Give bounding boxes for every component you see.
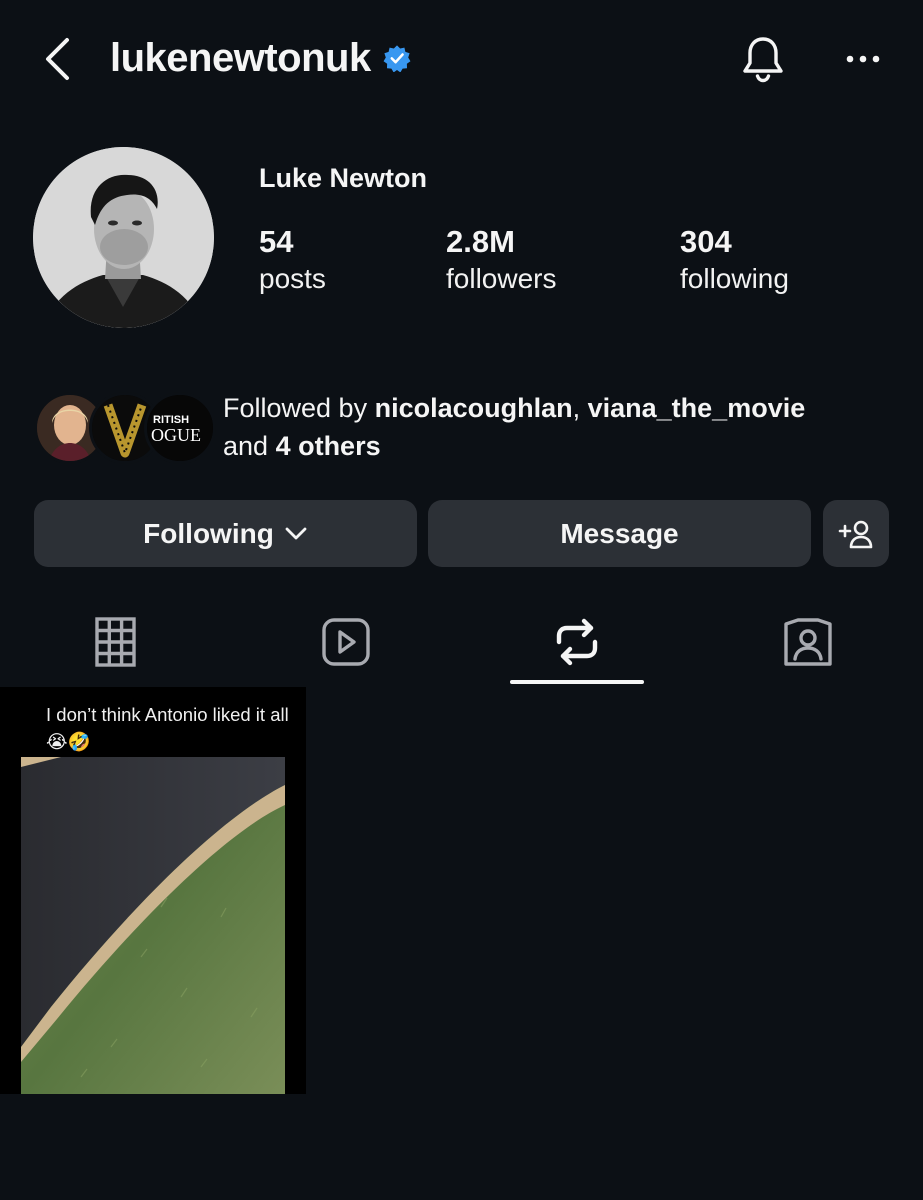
following-label: following [680,263,789,294]
repost-caption: I don’t think Antonio liked it all 😭🤣 [46,704,289,752]
back-button[interactable] [40,36,80,82]
repost-video-frame [21,757,285,1094]
profile-username-header: lukenewtonuk [110,34,411,82]
tagged-icon [784,618,832,666]
notifications-button[interactable] [738,34,788,84]
followers-count: 2.8M [446,224,515,259]
tab-reposts[interactable] [547,612,607,672]
repost-icon [556,618,598,666]
mutual-avatar: RITISH OGUE [144,392,216,464]
add-person-icon [838,520,873,548]
posts-count: 54 [259,224,294,259]
tab-tagged[interactable] [778,612,838,672]
followed-by-separator: , [572,393,588,423]
reels-icon [322,618,370,666]
followers-label: followers [446,263,557,294]
mutual-user-1[interactable]: nicolacoughlan [375,393,573,423]
username-text: lukenewtonuk [110,36,371,80]
followers-stat[interactable]: 2.8M followers [446,222,556,296]
profile-avatar[interactable] [33,147,214,328]
following-button-label: Following [143,517,274,549]
verified-badge-icon [383,45,411,72]
following-count: 304 [680,224,732,259]
grid-icon [95,617,136,667]
repost-thumbnail[interactable]: I don’t think Antonio liked it all 😭🤣 [0,687,306,1094]
suggested-users-button[interactable] [823,500,889,567]
following-stat[interactable]: 304 following [680,222,789,296]
tab-posts-grid[interactable] [86,612,146,672]
more-horizontal-icon [846,55,880,63]
active-tab-indicator [510,680,644,684]
following-button[interactable]: Following [34,500,417,567]
posts-label: posts [259,263,326,294]
more-options-button[interactable] [838,42,888,76]
chevron-left-icon [46,38,69,80]
tab-reels[interactable] [316,612,376,672]
svg-text:OGUE: OGUE [151,425,201,445]
bell-icon [743,37,783,83]
message-button[interactable]: Message [428,500,811,567]
followed-by-and: and [223,431,276,461]
mutual-user-2[interactable]: viana_the_movie [588,393,806,423]
mutual-others[interactable]: 4 others [276,431,381,461]
followed-by-prefix: Followed by [223,393,375,423]
followed-by-text[interactable]: Followed by nicolacoughlan, viana_the_mo… [223,389,903,465]
message-button-label: Message [560,517,679,549]
mutual-followers-avatars[interactable]: RITISH OGUE [34,392,216,464]
profile-photo [33,147,214,328]
posts-stat[interactable]: 54 posts [259,222,326,296]
profile-display-name: Luke Newton [259,163,428,193]
chevron-down-icon [285,527,307,539]
